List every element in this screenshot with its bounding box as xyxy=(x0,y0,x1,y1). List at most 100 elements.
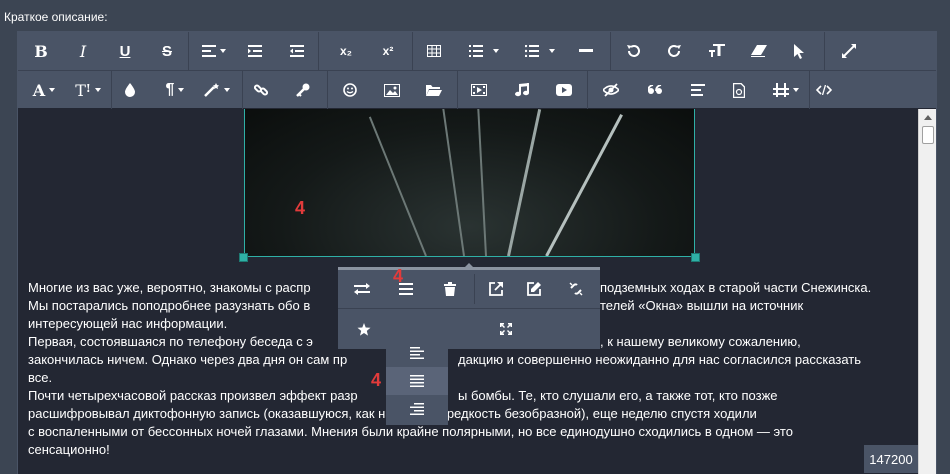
italic-button[interactable]: I xyxy=(68,32,98,70)
undo-icon xyxy=(627,45,640,57)
align-icon xyxy=(202,45,216,57)
edit-link-button[interactable] xyxy=(516,270,552,308)
file-button[interactable] xyxy=(724,71,754,109)
chevron-down-icon xyxy=(220,49,226,53)
underline-button[interactable]: U xyxy=(110,32,140,70)
bold-button[interactable]: B xyxy=(26,32,56,70)
music-button[interactable] xyxy=(507,71,537,109)
open-link-button[interactable] xyxy=(478,270,514,308)
replace-image-button[interactable] xyxy=(344,270,380,308)
content-line: сенсационно! xyxy=(28,442,110,457)
superscript-button[interactable]: x² xyxy=(373,32,403,70)
redo-button[interactable] xyxy=(660,32,690,70)
image-rail xyxy=(368,116,427,256)
horizontal-rule-button[interactable] xyxy=(571,32,601,70)
content-text-right: ы бомбы. Те, кто слушали его, а также то… xyxy=(458,387,778,405)
embedded-image[interactable]: 4 xyxy=(244,109,695,257)
chevron-down-icon xyxy=(549,49,555,53)
hidden-button[interactable] xyxy=(596,71,626,109)
link-button[interactable] xyxy=(246,71,276,109)
text-block-button[interactable] xyxy=(683,71,713,109)
youtube-icon xyxy=(556,84,572,96)
resize-handle-bottom-right[interactable] xyxy=(691,253,700,262)
layout-icon xyxy=(773,83,789,97)
chevron-down-icon xyxy=(94,88,101,92)
font-size-icon: T xyxy=(75,80,86,100)
popover-row-2 xyxy=(338,308,600,349)
content-text-right: подземных ходах в старой части Снежинска… xyxy=(600,279,871,315)
star-icon xyxy=(357,322,371,336)
horizontal-rule-icon xyxy=(579,49,593,52)
trash-icon xyxy=(444,282,456,296)
image-badge: 4 xyxy=(295,198,306,218)
unordered-list-icon xyxy=(525,45,539,57)
image-button[interactable] xyxy=(377,71,407,109)
align-right-icon xyxy=(410,403,424,415)
content-text-right: дакцию и совершенно неожиданно для нас с… xyxy=(458,351,861,369)
ordered-list-button[interactable] xyxy=(462,32,506,70)
youtube-button[interactable] xyxy=(549,71,579,109)
ordered-list-icon xyxy=(469,45,483,57)
align-dropdown-button[interactable] xyxy=(196,32,232,70)
eraser-button[interactable] xyxy=(744,32,774,70)
emoticon-button[interactable] xyxy=(335,71,365,109)
content-line-right: подземных ходах в старой части Снежинска… xyxy=(600,280,872,295)
align-right-option[interactable] xyxy=(386,395,448,423)
fill-color-button[interactable] xyxy=(115,71,145,109)
table-button[interactable] xyxy=(419,32,449,70)
magic-button[interactable] xyxy=(199,71,235,109)
image-popover: 4 xyxy=(338,266,600,349)
outdent-icon xyxy=(290,45,304,57)
rich-text-editor: B I U S x₂ x² A T ! ¶ 4 Многие из вас уж… xyxy=(17,31,937,474)
align-left-option[interactable] xyxy=(386,339,448,367)
text-block-icon xyxy=(691,83,705,96)
expand-icon xyxy=(500,323,512,335)
select-button[interactable] xyxy=(785,32,815,70)
redo-icon xyxy=(668,45,681,57)
unlink-button[interactable] xyxy=(558,270,594,308)
align-left-icon xyxy=(410,347,424,359)
layout-button[interactable] xyxy=(764,71,808,109)
indent-button[interactable] xyxy=(240,32,270,70)
content-line-right: , к нашему великому сожалению, xyxy=(600,334,801,349)
code-button[interactable] xyxy=(809,71,839,109)
font-size-button[interactable]: T! xyxy=(70,71,106,109)
resize-handle-bottom-left[interactable] xyxy=(239,253,248,262)
toolbar-row-2: A T! ¶ xyxy=(18,70,936,109)
outdent-button[interactable] xyxy=(282,32,312,70)
key-button[interactable] xyxy=(288,71,318,109)
fullscreen-button[interactable] xyxy=(834,32,864,70)
text-color-button[interactable]: A xyxy=(26,71,62,109)
table-icon xyxy=(427,45,441,57)
folder-icon xyxy=(426,85,442,96)
eraser-icon xyxy=(751,45,767,57)
quote-button[interactable] xyxy=(640,71,670,109)
image-expand-button[interactable] xyxy=(488,309,524,349)
image-rail xyxy=(507,109,542,256)
scrollbar-thumb[interactable] xyxy=(922,126,934,144)
align-justify-option[interactable]: 4 xyxy=(371,367,448,395)
clear-format-button[interactable] xyxy=(702,32,732,70)
video-file-button[interactable] xyxy=(464,71,494,109)
folder-button[interactable] xyxy=(419,71,449,109)
chevron-down-icon xyxy=(178,88,185,92)
fill-color-icon xyxy=(125,83,135,97)
scroll-up-arrow[interactable] xyxy=(919,109,937,125)
content-line-right: телей «Окна» вышли на источник xyxy=(600,298,804,313)
popover-badge: 4 xyxy=(393,266,404,286)
remove-image-button[interactable] xyxy=(432,270,468,308)
content-line-right: дакцию и совершенно неожиданно для нас с… xyxy=(458,352,862,367)
subscript-button[interactable]: x₂ xyxy=(331,32,361,70)
editor-scrollbar[interactable] xyxy=(918,109,936,474)
music-icon xyxy=(515,83,529,97)
image-align-button[interactable]: 4 xyxy=(386,266,426,308)
strikethrough-button[interactable]: S xyxy=(152,32,182,70)
unordered-list-button[interactable] xyxy=(518,32,562,70)
emoticon-icon xyxy=(343,83,357,97)
image-style-button[interactable] xyxy=(344,309,384,349)
paragraph-button[interactable]: ¶ xyxy=(157,71,193,109)
undo-button[interactable] xyxy=(618,32,648,70)
key-icon xyxy=(296,83,310,97)
editor-content[interactable]: 4 Многие из вас уже, вероятно, знакомы с… xyxy=(18,109,918,474)
clear-format-icon xyxy=(709,44,725,57)
